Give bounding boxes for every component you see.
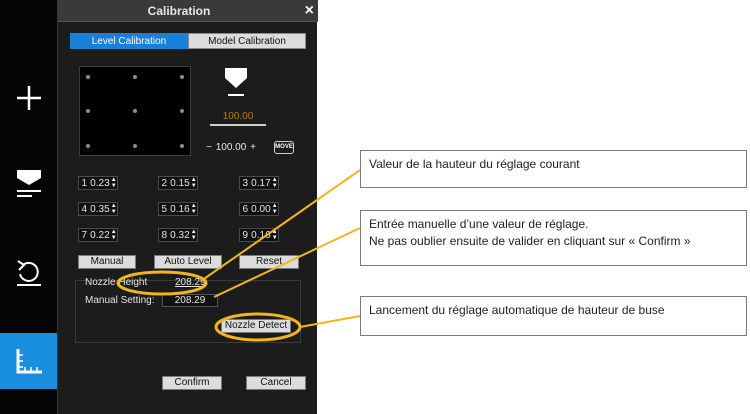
probe-point-dot: [86, 109, 90, 113]
point-value[interactable]: 0.00: [250, 204, 271, 215]
spin-arrows-icon[interactable]: ▲ ▼: [271, 203, 278, 215]
manual-button[interactable]: Manual: [78, 255, 136, 269]
point-cell-8: 8 0.32 ▲ ▼: [158, 228, 198, 242]
probe-point-dot: [133, 144, 137, 148]
tab-level-calibration[interactable]: Level Calibration: [70, 33, 188, 49]
point-number: 3: [242, 177, 248, 189]
callout-text: Entrée manuelle d’une valeur de réglage.: [369, 217, 589, 231]
undo-button[interactable]: [0, 245, 57, 301]
nozzle-icon: [16, 170, 41, 197]
point-cell-9: 9 0.16 ▲ ▼: [239, 228, 279, 242]
point-number: 5: [161, 203, 167, 215]
probe-point-dot: [133, 75, 137, 79]
probe-point-dot: [86, 75, 90, 79]
add-button[interactable]: [0, 70, 57, 126]
point-cell-1: 1 0.23 ▲ ▼: [78, 176, 118, 190]
manual-setting-input[interactable]: 208.29: [162, 294, 218, 307]
spin-arrows-icon[interactable]: ▲ ▼: [190, 177, 197, 189]
point-number: 4: [81, 203, 87, 215]
probe-point-dot: [180, 109, 184, 113]
point-cell-7: 7 0.22 ▲ ▼: [78, 228, 118, 242]
calibration-tabs: Level Calibration Model Calibration: [70, 33, 306, 49]
point-value[interactable]: 0.35: [89, 204, 110, 215]
spin-arrows-icon[interactable]: ▲ ▼: [271, 177, 278, 189]
point-cell-4: 4 0.35 ▲ ▼: [78, 202, 118, 216]
decrement-button[interactable]: −: [204, 142, 214, 153]
point-number: 9: [242, 229, 248, 241]
close-icon[interactable]: ×: [305, 1, 314, 21]
spin-arrows-icon[interactable]: ▲ ▼: [190, 229, 197, 241]
probe-point-dot: [86, 144, 90, 148]
nozzle-detect-button[interactable]: Nozzle Detect: [221, 319, 291, 333]
point-number: 1: [81, 177, 87, 189]
spin-arrows-icon[interactable]: ▲ ▼: [110, 203, 117, 215]
callout-text: Valeur de la hauteur du réglage courant: [369, 157, 580, 171]
point-value[interactable]: 0.16: [169, 204, 190, 215]
plus-icon: [16, 86, 41, 110]
point-number: 8: [161, 229, 167, 241]
probe-point-dot: [180, 75, 184, 79]
increment-button[interactable]: +: [248, 142, 258, 153]
ruler-icon: [16, 349, 42, 374]
point-cell-2: 2 0.15 ▲ ▼: [158, 176, 198, 190]
point-value[interactable]: 0.32: [169, 230, 190, 241]
spin-arrows-icon[interactable]: ▲ ▼: [271, 229, 278, 241]
point-number: 7: [81, 229, 87, 241]
nozzle-height-label: Nozzle Height: [85, 277, 148, 288]
undo-icon: [16, 260, 41, 286]
point-value[interactable]: 0.15: [169, 178, 190, 189]
callout-auto-detect: Lancement du réglage automatique de haut…: [360, 296, 747, 336]
point-cell-5: 5 0.16 ▲ ▼: [158, 202, 198, 216]
bed-line: [210, 124, 266, 126]
manual-setting-label: Manual Setting:: [85, 295, 155, 306]
nozzle-height-section: [75, 280, 301, 343]
probe-point-dot: [133, 109, 137, 113]
reset-button[interactable]: Reset: [239, 255, 299, 269]
point-value[interactable]: 0.17: [250, 178, 271, 189]
spin-arrows-icon[interactable]: ▲ ▼: [190, 203, 197, 215]
screenshot-stage: Calibration × Level Calibration Model Ca…: [0, 0, 750, 414]
calibration-button[interactable]: [0, 333, 65, 389]
point-value[interactable]: 0.16: [250, 230, 271, 241]
confirm-button[interactable]: Confirm: [162, 376, 222, 390]
point-number: 2: [161, 177, 167, 189]
spin-arrows-icon[interactable]: ▲ ▼: [110, 177, 117, 189]
callout-manual-entry: Entrée manuelle d’une valeur de réglage.…: [360, 210, 747, 266]
callout-text: Lancement du réglage automatique de haut…: [369, 303, 665, 317]
auto-level-button[interactable]: Auto Level: [154, 255, 222, 269]
z-stepper: − 100.00 +: [204, 140, 258, 154]
left-toolbar: [0, 0, 65, 414]
z-step-value[interactable]: 100.00: [214, 142, 248, 153]
move-button[interactable]: MOVE: [274, 141, 294, 154]
point-cell-3: 3 0.17 ▲ ▼: [239, 176, 279, 190]
callout-text: Ne pas oublier ensuite de valider en cli…: [369, 234, 691, 248]
calibration-dialog: Calibration × Level Calibration Model Ca…: [57, 0, 318, 414]
spin-arrows-icon[interactable]: ▲ ▼: [110, 229, 117, 241]
bed-preview: [79, 66, 191, 156]
point-cell-6: 6 0.00 ▲ ▼: [239, 202, 279, 216]
z-height-readout: 100.00: [222, 111, 254, 122]
point-value[interactable]: 0.22: [89, 230, 110, 241]
dialog-title: Calibration: [147, 4, 211, 18]
point-number: 6: [242, 203, 248, 215]
nozzle-height-value: 208.29: [175, 277, 206, 288]
point-value[interactable]: 0.23: [89, 178, 110, 189]
cancel-button[interactable]: Cancel: [246, 376, 306, 390]
probe-point-dot: [180, 144, 184, 148]
nozzle-button[interactable]: [0, 155, 57, 211]
callout-current-height: Valeur de la hauteur du réglage courant: [360, 150, 747, 188]
dialog-titlebar: Calibration ×: [58, 0, 318, 22]
tab-model-calibration[interactable]: Model Calibration: [188, 33, 306, 49]
